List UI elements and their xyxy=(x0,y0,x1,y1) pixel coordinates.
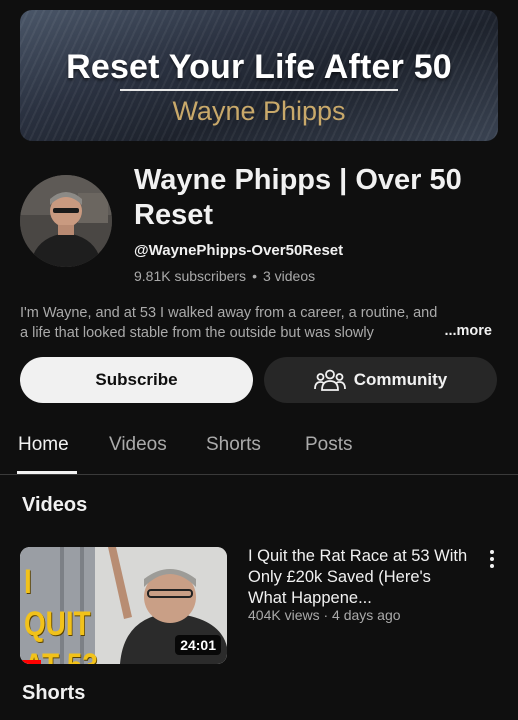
more-link[interactable]: ...more xyxy=(422,323,492,339)
channel-avatar[interactable] xyxy=(20,175,112,267)
people-icon xyxy=(313,369,346,391)
banner-title: Reset Your Life After 50 xyxy=(66,48,452,86)
video-duration: 24:01 xyxy=(175,635,221,655)
subscriber-count: 9.81K subscribers xyxy=(134,268,247,284)
active-tab-indicator xyxy=(17,471,77,474)
tab-home[interactable]: Home xyxy=(18,434,69,456)
channel-tabs: Home Videos Shorts Posts xyxy=(0,424,518,475)
stats-separator: • xyxy=(252,268,257,284)
video-thumbnail[interactable]: I QUIT AT 53 24:01 xyxy=(20,547,227,664)
video-title[interactable]: I Quit the Rat Race at 53 With Only £20k… xyxy=(248,546,468,609)
subscribe-button[interactable]: Subscribe xyxy=(20,357,253,403)
videos-section-title: Videos xyxy=(22,494,88,516)
shorts-section-title: Shorts xyxy=(22,682,86,704)
avatar-photo xyxy=(20,175,112,267)
banner-subtitle: Wayne Phipps xyxy=(172,96,346,126)
tab-videos[interactable]: Videos xyxy=(109,434,167,456)
view-count: 404K views xyxy=(248,607,320,623)
tab-posts[interactable]: Posts xyxy=(305,434,353,456)
channel-handle: @WaynePhipps-Over50Reset xyxy=(134,242,344,259)
community-button[interactable]: Community xyxy=(264,357,497,403)
thumbnail-text: I QUIT AT 53 xyxy=(24,563,98,664)
channel-name: Wayne Phipps | Over 50 Reset xyxy=(134,164,462,231)
channel-banner: Reset Your Life After 50 Wayne Phipps xyxy=(20,10,498,141)
watch-progress-bar xyxy=(20,660,41,664)
video-meta: 404K views · 4 days ago xyxy=(248,607,401,623)
upload-age: 4 days ago xyxy=(332,607,401,623)
banner-divider xyxy=(120,89,398,91)
tab-shorts[interactable]: Shorts xyxy=(206,434,261,456)
meta-separator: · xyxy=(323,607,329,623)
description-line: I'm Wayne, and at 53 I walked away from … xyxy=(20,305,438,321)
subscribe-label: Subscribe xyxy=(95,370,178,389)
kebab-menu-icon[interactable] xyxy=(488,549,496,569)
community-label: Community xyxy=(353,370,448,389)
video-count: 3 videos xyxy=(262,268,316,284)
channel-stats: 9.81K subscribers • 3 videos xyxy=(134,268,315,284)
